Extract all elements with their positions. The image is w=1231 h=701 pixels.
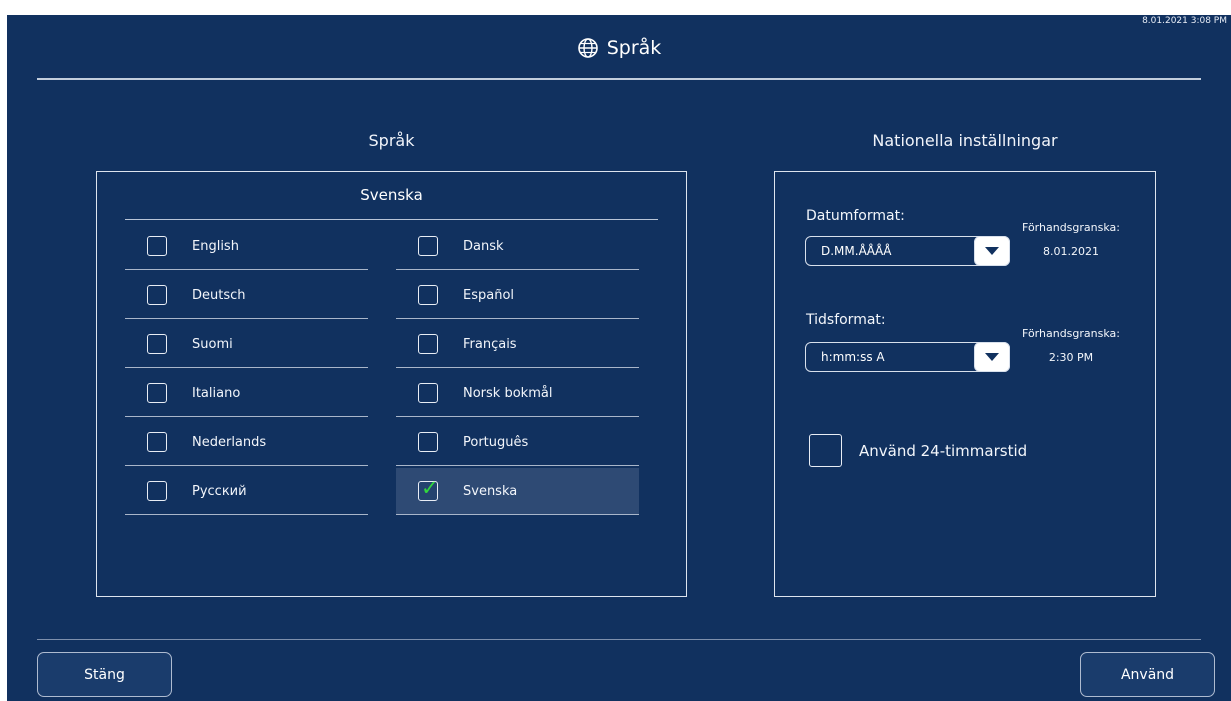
language-label: Français	[463, 336, 517, 352]
language-option[interactable]: Français	[396, 321, 639, 368]
language-checkbox[interactable]	[418, 285, 438, 305]
date-format-label: Datumformat:	[806, 208, 905, 224]
national-settings-panel: Datumformat: D.MM.ÅÅÅÅ Förhandsgranska: …	[774, 171, 1156, 597]
date-format-value: D.MM.ÅÅÅÅ	[821, 244, 892, 258]
close-button[interactable]: Stäng	[37, 652, 172, 697]
language-settings-window: 8.01.2021 3:08 PM Språk Språk Nationella…	[7, 15, 1231, 701]
time-preview-label: Förhandsgranska:	[1022, 327, 1120, 340]
national-settings-heading: Nationella inställningar	[872, 131, 1058, 150]
checkmark-icon: ✓	[421, 476, 439, 500]
language-label: Dansk	[463, 238, 504, 254]
language-option[interactable]: English	[125, 223, 368, 270]
current-language-divider	[125, 219, 658, 220]
language-checkbox[interactable]	[147, 383, 167, 403]
language-option[interactable]: Dansk	[396, 223, 639, 270]
apply-button[interactable]: Använd	[1080, 652, 1215, 697]
language-option[interactable]: Italiano	[125, 370, 368, 417]
language-option[interactable]: Deutsch	[125, 272, 368, 319]
language-checkbox[interactable]	[147, 334, 167, 354]
current-language: Svenska	[360, 186, 423, 204]
time-format-label: Tidsformat:	[806, 312, 886, 328]
language-checkbox[interactable]	[418, 236, 438, 256]
language-checkbox[interactable]	[147, 236, 167, 256]
language-option[interactable]: Português	[396, 419, 639, 466]
language-label: Svenska	[463, 483, 518, 499]
language-checkbox[interactable]	[147, 285, 167, 305]
language-label: Suomi	[192, 336, 233, 352]
language-checkbox[interactable]	[147, 432, 167, 452]
language-label: Italiano	[192, 385, 241, 401]
language-section-heading: Språk	[368, 131, 415, 150]
language-checkbox[interactable]	[418, 432, 438, 452]
time-format-dropdown[interactable]: h:mm:ss A	[805, 342, 1010, 372]
language-panel: Svenska English Deutsch Suomi Italiano Neder…	[96, 171, 687, 597]
language-label: Русский	[192, 483, 247, 499]
language-checkbox[interactable]	[418, 383, 438, 403]
timestamp: 8.01.2021 3:08 PM	[1142, 16, 1227, 26]
language-option[interactable]: Español	[396, 272, 639, 319]
use-24-hour-checkbox[interactable]	[809, 434, 842, 467]
use-24-hour-label: Använd 24-timmarstid	[859, 441, 1028, 460]
language-option[interactable]: Nederlands	[125, 419, 368, 466]
language-label: Deutsch	[192, 287, 246, 303]
language-label: Nederlands	[192, 434, 267, 450]
language-checkbox[interactable]	[418, 334, 438, 354]
page-title: Språk	[7, 34, 1231, 62]
time-format-value: h:mm:ss A	[821, 350, 885, 364]
language-label: Português	[463, 434, 529, 450]
language-checkbox[interactable]	[147, 481, 167, 501]
page-title-text: Språk	[606, 37, 662, 59]
language-option[interactable]: Русский	[125, 468, 368, 515]
language-option[interactable]: Suomi	[125, 321, 368, 368]
date-preview-value: 8.01.2021	[1043, 245, 1099, 258]
language-checkbox[interactable]: ✓	[418, 476, 439, 501]
date-preview-label: Förhandsgranska:	[1022, 221, 1120, 234]
time-preview-value: 2:30 PM	[1048, 351, 1094, 364]
date-format-dropdown[interactable]: D.MM.ÅÅÅÅ	[805, 236, 1010, 266]
language-label: Español	[463, 287, 515, 303]
language-label: English	[192, 238, 239, 254]
use-24-hour-toggle[interactable]: Använd 24-timmarstid	[809, 434, 1027, 467]
header-divider	[37, 78, 1201, 80]
footer-divider	[37, 639, 1201, 640]
language-option[interactable]: Norsk bokmål	[396, 370, 639, 417]
language-option[interactable]: ✓ Svenska	[396, 468, 639, 515]
language-label: Norsk bokmål	[463, 385, 553, 401]
globe-icon	[577, 38, 598, 58]
